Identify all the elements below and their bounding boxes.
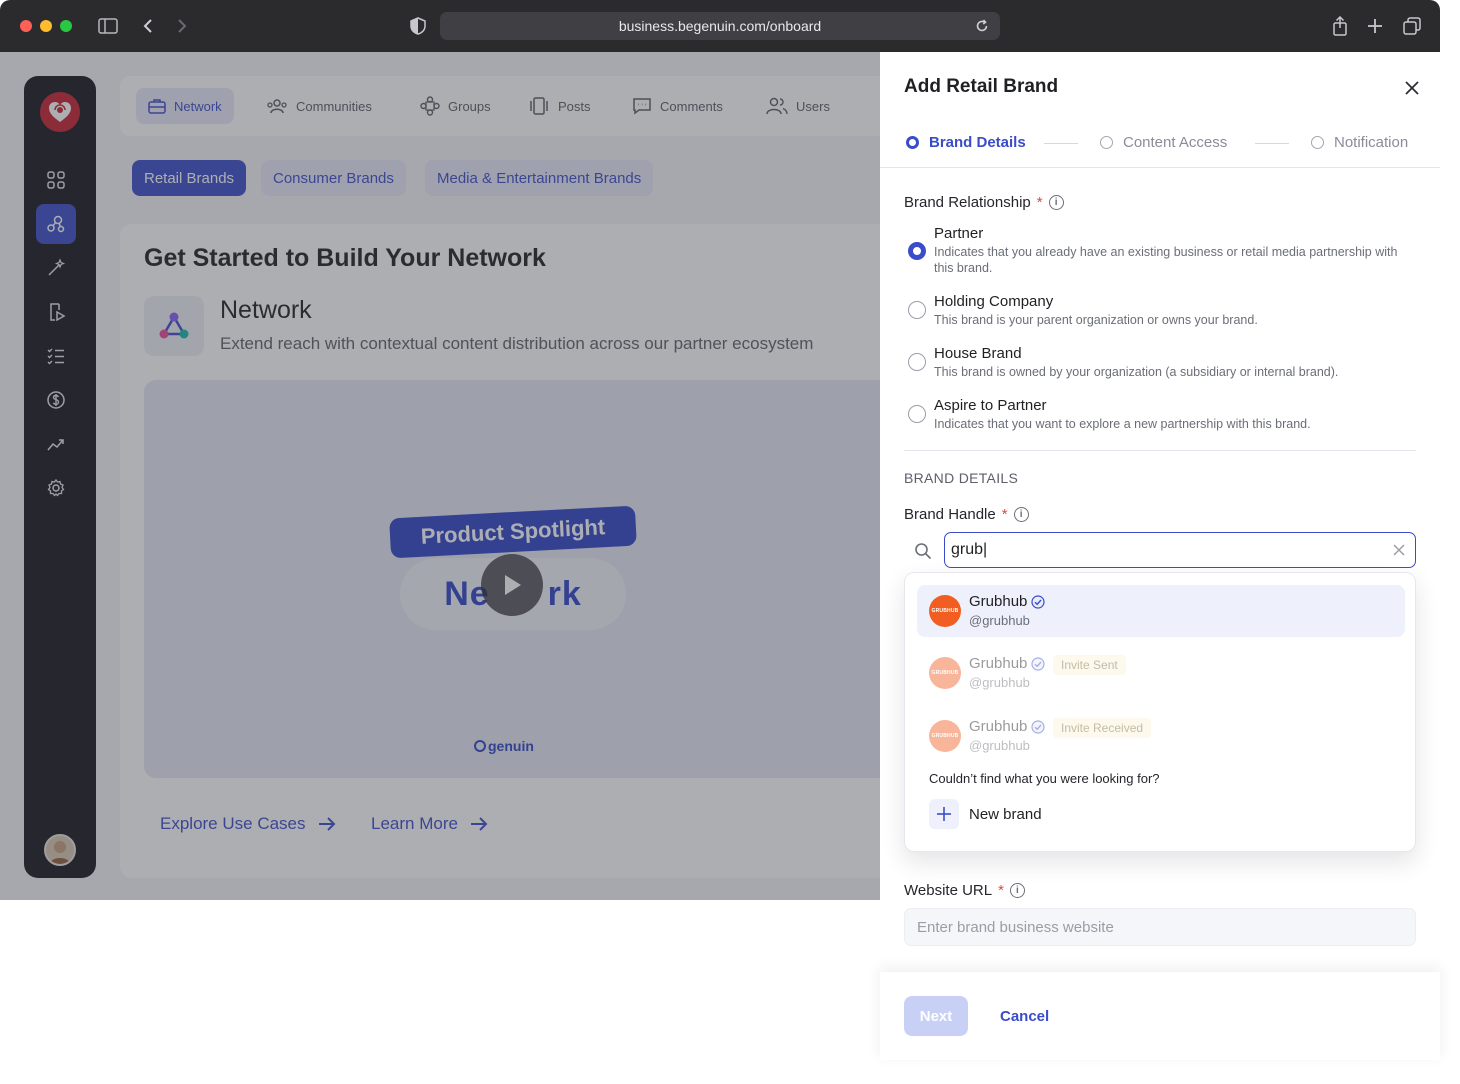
result-name: Grubhub (969, 718, 1045, 735)
website-url-text: Website URL (904, 882, 993, 899)
brand-handle-label: Brand Handle * i (904, 506, 1029, 523)
result-name: Grubhub (969, 655, 1045, 672)
option-house-brand-desc: This brand is owned by your organization… (934, 365, 1339, 379)
step-connector (1044, 143, 1078, 144)
zoom-window-button[interactable] (60, 20, 72, 32)
plus-icon (929, 799, 959, 829)
step-content-access[interactable]: Content Access (1100, 134, 1227, 151)
close-window-button[interactable] (20, 20, 32, 32)
section-divider (904, 450, 1416, 451)
brand-handle-search-input[interactable] (944, 532, 1416, 568)
brand-relationship-label: Brand Relationship * i (904, 194, 1064, 211)
radio-house-brand[interactable] (908, 353, 926, 371)
minimize-window-button[interactable] (40, 20, 52, 32)
radio-partner[interactable] (908, 242, 926, 260)
search-icon (910, 538, 936, 564)
cancel-button[interactable]: Cancel (988, 996, 1061, 1036)
result-handle: @grubhub (969, 613, 1030, 628)
browser-toolbar: business.begenuin.com/onboard (0, 0, 1440, 52)
option-holding-company-title: Holding Company (934, 293, 1054, 310)
reload-icon[interactable] (972, 16, 992, 36)
tab-overview-icon[interactable] (1400, 14, 1424, 38)
step-brand-details[interactable]: Brand Details (906, 134, 1026, 151)
new-brand-label: New brand (969, 805, 1042, 823)
result-handle: @grubhub (969, 738, 1030, 753)
grubhub-logo-text: GRUBHUB (931, 608, 959, 614)
result-name-text: Grubhub (969, 718, 1028, 735)
website-url-input[interactable] (904, 908, 1416, 946)
grubhub-avatar: GRUBHUB (929, 657, 961, 689)
address-bar[interactable]: business.begenuin.com/onboard (440, 12, 1000, 40)
step-brand-details-label: Brand Details (929, 134, 1026, 151)
grubhub-logo-text: GRUBHUB (931, 670, 959, 676)
step-indicator: Brand Details Content Access Notificatio… (880, 120, 1440, 168)
grubhub-avatar: GRUBHUB (929, 720, 961, 752)
address-text: business.begenuin.com/onboard (618, 18, 822, 34)
invite-sent-badge: Invite Sent (1053, 655, 1126, 675)
info-icon[interactable]: i (1048, 195, 1064, 210)
search-result-item[interactable]: GRUBHUB Grubhub Invite Received @grubhub (917, 710, 1405, 762)
privacy-shield-icon[interactable] (406, 14, 430, 38)
option-partner-title: Partner (934, 225, 984, 242)
step-notification-label: Notification (1334, 134, 1409, 151)
panel-title: Add Retail Brand (904, 76, 1059, 97)
required-marker: * (1001, 506, 1008, 523)
step-dot-icon (1311, 136, 1324, 149)
invite-received-badge: Invite Received (1053, 718, 1152, 738)
info-icon[interactable]: i (1013, 507, 1029, 522)
brand-details-heading: BRAND DETAILS (904, 470, 1019, 486)
brand-handle-text: Brand Handle (904, 506, 996, 523)
grubhub-logo-text: GRUBHUB (931, 733, 959, 739)
step-content-access-label: Content Access (1123, 134, 1228, 151)
verified-badge-icon (1031, 594, 1045, 609)
required-marker: * (998, 882, 1004, 899)
option-holding-company-desc: This brand is your parent organization o… (934, 313, 1258, 327)
brand-search-results: GRUBHUB Grubhub @grubhub GRUBHUB Grubhub… (904, 572, 1416, 852)
brand-relationship-text: Brand Relationship (904, 194, 1031, 211)
radio-holding-company[interactable] (908, 301, 926, 319)
search-result-item[interactable]: GRUBHUB Grubhub Invite Sent @grubhub (917, 647, 1405, 699)
result-name-text: Grubhub (969, 655, 1028, 672)
next-button[interactable]: Next (904, 996, 968, 1036)
option-aspire-desc: Indicates that you want to explore a new… (934, 417, 1311, 431)
forward-icon[interactable] (170, 14, 194, 38)
result-name-text: Grubhub (969, 593, 1028, 610)
back-icon[interactable] (136, 14, 160, 38)
result-handle: @grubhub (969, 675, 1030, 690)
required-marker: * (1036, 194, 1043, 211)
option-partner-desc: Indicates that you already have an exist… (934, 245, 1398, 275)
new-brand-button[interactable]: New brand (929, 799, 1042, 829)
result-name: Grubhub (969, 593, 1045, 610)
step-dot-icon (1100, 136, 1113, 149)
info-icon[interactable]: i (1009, 883, 1025, 898)
clear-search-icon[interactable] (1390, 541, 1408, 559)
close-icon[interactable] (1400, 76, 1424, 100)
option-house-brand-title: House Brand (934, 345, 1022, 362)
option-aspire-title: Aspire to Partner (934, 397, 1047, 414)
step-connector (1255, 143, 1289, 144)
share-icon[interactable] (1328, 14, 1352, 38)
search-result-item[interactable]: GRUBHUB Grubhub @grubhub (917, 585, 1405, 637)
step-dot-icon (906, 136, 919, 149)
sidebar-toggle-icon[interactable] (96, 14, 120, 38)
modal-backdrop[interactable] (0, 52, 880, 900)
panel-footer: Next Cancel (880, 972, 1440, 1060)
not-found-text: Couldn’t find what you were looking for? (929, 771, 1160, 786)
verified-badge-icon (1031, 656, 1045, 671)
grubhub-avatar: GRUBHUB (929, 595, 961, 627)
verified-badge-icon (1031, 719, 1045, 734)
website-url-label: Website URL * i (904, 882, 1025, 899)
radio-aspire-to-partner[interactable] (908, 405, 926, 423)
step-notification[interactable]: Notification (1311, 134, 1408, 151)
new-tab-icon[interactable] (1363, 14, 1387, 38)
add-retail-brand-panel: Add Retail Brand Brand Details Content A… (880, 52, 1440, 1064)
